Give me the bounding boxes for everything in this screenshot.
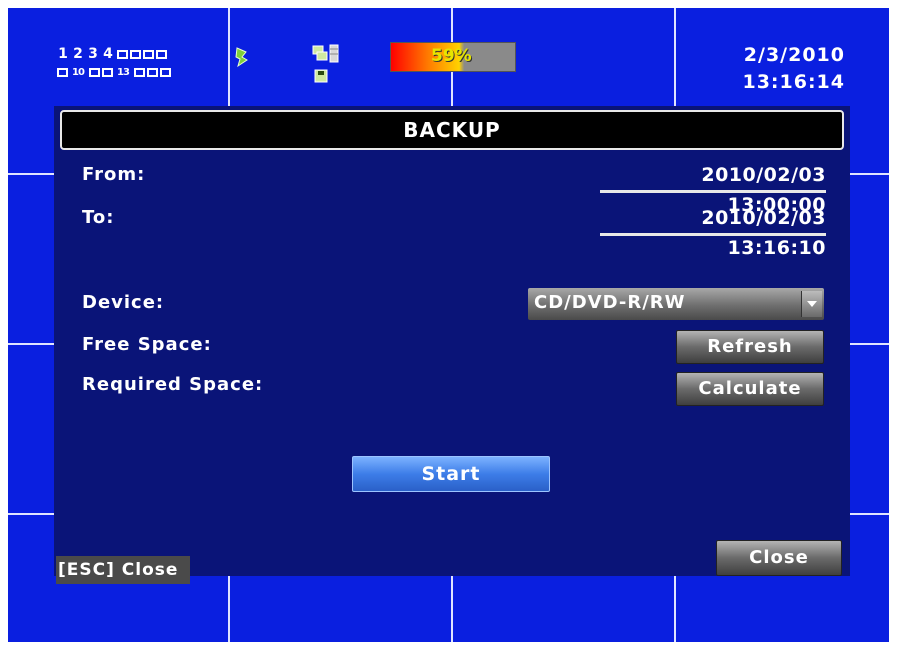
time-display: 13:16:14 xyxy=(742,71,845,93)
channel-number: 2 xyxy=(73,46,83,62)
from-label: From: xyxy=(82,164,146,185)
channel-number: 1 xyxy=(58,46,68,62)
network-icon xyxy=(312,44,340,68)
channel-number: 3 xyxy=(88,46,98,62)
channel-off-indicator xyxy=(102,67,113,77)
free-space-label: Free Space: xyxy=(82,334,212,355)
to-label: To: xyxy=(82,207,115,228)
channel-number: 4 xyxy=(103,46,113,62)
channel-row: 1 2 3 4 xyxy=(56,45,172,63)
start-button[interactable]: Start xyxy=(352,456,550,492)
hdd-usage-bar: 59% xyxy=(390,42,516,72)
device-select[interactable]: CD/DVD-R/RW xyxy=(528,288,824,320)
channel-off-indicator xyxy=(143,49,154,59)
channel-off-indicator xyxy=(117,49,128,59)
channel-off-indicator xyxy=(57,67,68,77)
calculate-button[interactable]: Calculate xyxy=(676,372,824,406)
esc-close-hint: [ESC] Close xyxy=(56,556,190,584)
channel-number: 10 xyxy=(72,66,85,78)
channel-off-indicator xyxy=(134,67,145,77)
channel-off-indicator xyxy=(147,67,158,77)
device-label: Device: xyxy=(82,292,165,313)
device-select-value: CD/DVD-R/RW xyxy=(534,292,686,313)
required-space-label: Required Space: xyxy=(82,374,264,395)
dropdown-arrow-icon[interactable] xyxy=(801,291,822,317)
record-icon xyxy=(234,46,250,72)
channel-row: 10 13 xyxy=(56,63,172,81)
close-button[interactable]: Close xyxy=(716,540,842,576)
channel-status-grid: 1 2 3 4 10 13 xyxy=(56,45,172,81)
channel-off-indicator xyxy=(156,49,167,59)
channel-number: 13 xyxy=(117,66,130,78)
hdd-usage-text: 59% xyxy=(431,46,472,66)
dvr-screen: 1 2 3 4 10 13 59% 2/3/2010 13:16:14 BACK… xyxy=(8,8,889,642)
date-display: 2/3/2010 xyxy=(743,44,845,66)
backup-dialog: BACKUP From: 2010/02/03 13:00:00 To: 201… xyxy=(54,106,850,584)
channel-off-indicator xyxy=(160,67,171,77)
dialog-title: BACKUP xyxy=(60,110,844,150)
refresh-button[interactable]: Refresh xyxy=(676,330,824,364)
clock: 2/3/2010 13:16:14 xyxy=(742,42,845,96)
to-datetime-field[interactable]: 2010/02/03 13:16:10 xyxy=(600,203,826,259)
disk-icon xyxy=(314,68,328,87)
channel-off-indicator xyxy=(130,49,141,59)
from-datetime-field[interactable]: 2010/02/03 13:00:00 xyxy=(600,160,826,216)
channel-off-indicator xyxy=(89,67,100,77)
